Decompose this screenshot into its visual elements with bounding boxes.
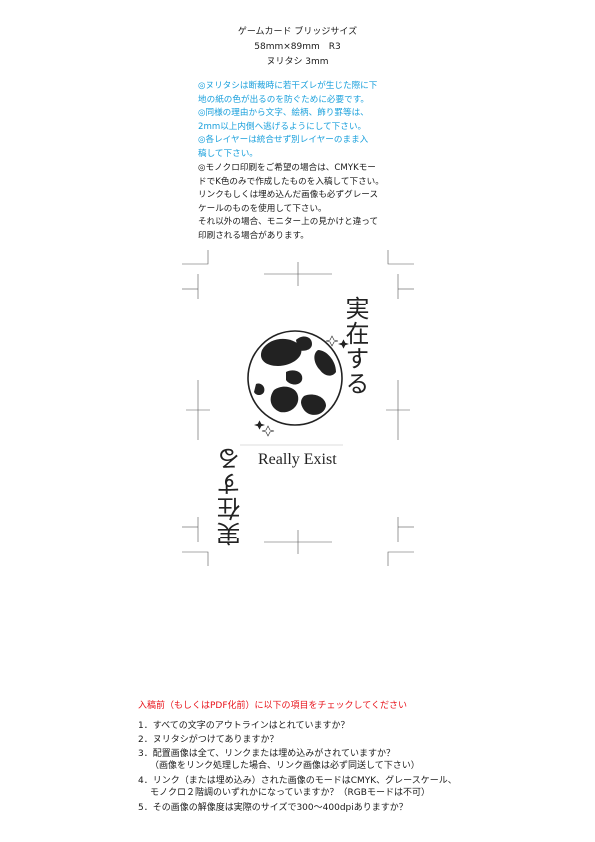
card-title-vertical: 実在する bbox=[341, 296, 369, 396]
checklist-heading: 入稿前（もしくはPDF化前）に以下の項目をチェックしてください bbox=[138, 701, 407, 711]
checklist-item-note: （画像をリンク処理した場合、リンク画像は必ず同送して下さい） bbox=[150, 761, 420, 771]
card-title-english: Really Exist bbox=[258, 451, 337, 468]
checklist-item: 5．その画像の解像度は実際のサイズで300～400dpiありますか？ bbox=[138, 803, 408, 813]
planet-illustration bbox=[247, 330, 343, 426]
card-title-vertical-rotated: 実在する bbox=[217, 446, 245, 546]
crop-mark-top-left bbox=[182, 250, 209, 265]
crop-mark-bottom-right bbox=[387, 551, 414, 566]
checklist-item: 1．すべての文字のアウトラインはとれていますか？ bbox=[138, 721, 350, 731]
crop-mark-bottom-left bbox=[182, 551, 209, 566]
checklist-item: 4．リンク（または埋め込み）された画像のモードはCMYK、グレースケール、 bbox=[138, 776, 457, 786]
crop-mark-top-right bbox=[387, 250, 414, 265]
checklist-item: 3．配置画像は全て、リンクまたは埋め込みがされていますか？ bbox=[138, 749, 396, 759]
star-icon bbox=[254, 420, 265, 430]
checklist-item: 2．ヌリタシがつけてありますか？ bbox=[138, 735, 279, 745]
card-template-graphics bbox=[182, 250, 414, 566]
star-icon bbox=[261, 425, 275, 437]
checklist-item-note: モノクロ２階調のいずれかになっていますか？（RGBモードは不可） bbox=[150, 788, 430, 798]
